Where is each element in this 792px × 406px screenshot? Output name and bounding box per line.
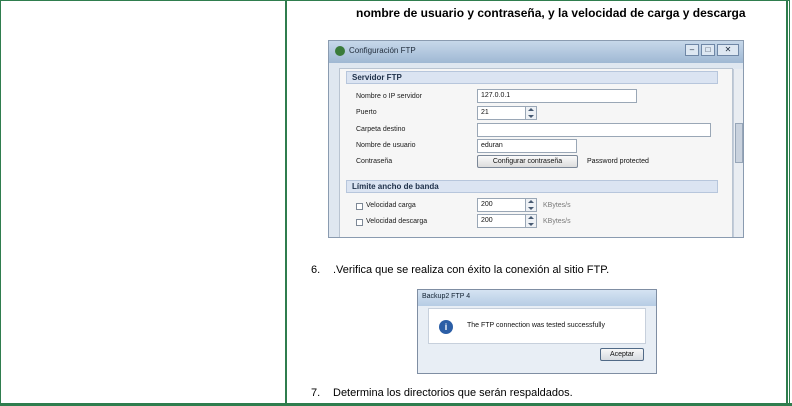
step-7-text: Determina los directorios que serán resp… xyxy=(333,387,573,399)
upload-input[interactable]: 200 xyxy=(477,198,537,212)
settings-panel: Servidor FTP Nombre o IP servidor 127.0.… xyxy=(339,68,733,237)
upload-value: 200 xyxy=(481,201,493,208)
step-6-text: .Verifica que se realiza con éxito la co… xyxy=(333,264,610,276)
password-label: Contraseña xyxy=(356,158,393,165)
section-server-label: Servidor FTP xyxy=(352,73,402,82)
window-title: Configuración FTP xyxy=(349,46,416,55)
accept-button-label: Aceptar xyxy=(609,351,635,358)
port-value: 21 xyxy=(481,109,489,116)
upload-unit: KBytes/s xyxy=(543,202,571,209)
server-input[interactable]: 127.0.0.1 xyxy=(477,89,637,103)
upload-checkbox[interactable] xyxy=(356,203,363,210)
ftp-config-window: Configuración FTP – □ ✕ Servidor FTP Nom… xyxy=(328,40,744,238)
configure-password-button[interactable]: Configurar contraseña xyxy=(477,155,578,168)
download-input[interactable]: 200 xyxy=(477,214,537,228)
download-unit: KBytes/s xyxy=(543,218,571,225)
intro-text: nombre de usuario y contraseña, y la vel… xyxy=(356,6,746,20)
server-value: 127.0.0.1 xyxy=(481,92,511,99)
step-6: 6. .Verifica que se realiza con éxito la … xyxy=(311,264,609,276)
download-spinner[interactable] xyxy=(525,215,536,227)
maximize-button[interactable]: □ xyxy=(701,44,715,56)
section-bandwidth: Límite ancho de banda xyxy=(346,180,718,193)
port-label: Puerto xyxy=(356,109,377,116)
step-7-number: 7. xyxy=(311,387,321,399)
table-divider-left xyxy=(285,0,287,406)
table-divider-right xyxy=(786,0,788,406)
server-label: Nombre o IP servidor xyxy=(356,93,423,100)
app-icon xyxy=(335,46,345,56)
accept-button[interactable]: Aceptar xyxy=(600,348,644,361)
close-button[interactable]: ✕ xyxy=(717,44,739,56)
upload-label: Velocidad carga xyxy=(366,202,416,209)
section-server: Servidor FTP xyxy=(346,71,718,84)
port-input[interactable]: 21 xyxy=(477,106,537,120)
download-checkbox[interactable] xyxy=(356,219,363,226)
dest-label: Carpeta destino xyxy=(356,126,406,133)
scrollbar-thumb[interactable] xyxy=(735,123,743,163)
info-icon: i xyxy=(439,320,453,334)
dest-input[interactable] xyxy=(477,123,711,137)
dialog-body: i The FTP connection was tested successf… xyxy=(428,308,646,344)
upload-spinner[interactable] xyxy=(525,199,536,211)
configure-password-label: Configurar contraseña xyxy=(492,158,563,165)
minimize-button[interactable]: – xyxy=(685,44,699,56)
section-bandwidth-label: Límite ancho de banda xyxy=(352,182,439,191)
download-label: Velocidad descarga xyxy=(366,218,428,225)
dialog-titlebar: Backup2 FTP 4 xyxy=(418,290,656,306)
step-7: 7. Determina los directorios que serán re… xyxy=(311,387,573,399)
success-dialog: Backup2 FTP 4 i The FTP connection was t… xyxy=(417,289,657,374)
vertical-scrollbar[interactable] xyxy=(733,69,743,237)
port-spinner[interactable] xyxy=(525,107,536,119)
window-titlebar: Configuración FTP – □ ✕ xyxy=(329,41,743,63)
user-input[interactable]: eduran xyxy=(477,139,577,153)
step-6-number: 6. xyxy=(311,264,321,276)
dialog-title: Backup2 FTP 4 xyxy=(422,293,471,300)
user-value: eduran xyxy=(481,142,503,149)
download-value: 200 xyxy=(481,217,493,224)
user-label: Nombre de usuario xyxy=(356,142,416,149)
password-status: Password protected xyxy=(587,158,649,165)
dialog-message: The FTP connection was tested successful… xyxy=(467,322,605,329)
